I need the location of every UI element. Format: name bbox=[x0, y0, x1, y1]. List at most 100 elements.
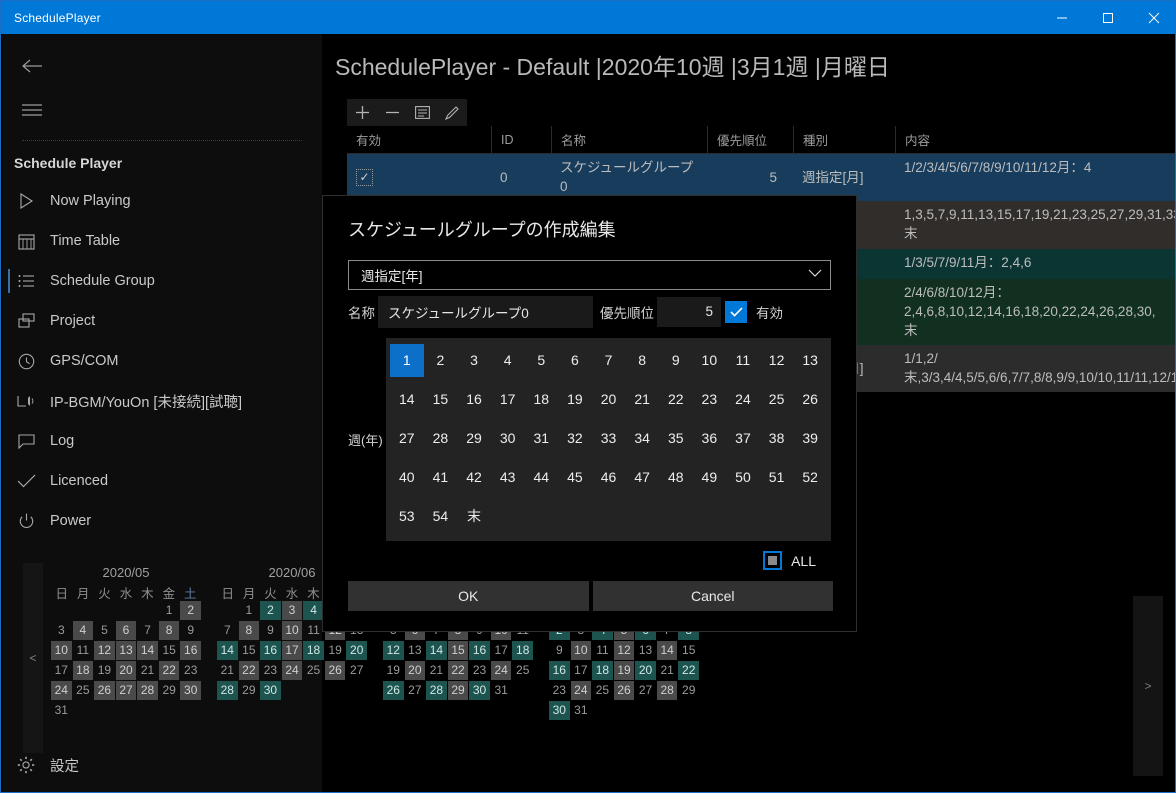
calendar-day[interactable]: 4 bbox=[303, 601, 324, 620]
ok-button[interactable]: OK bbox=[348, 581, 589, 611]
calendar-day[interactable]: 26 bbox=[324, 661, 346, 680]
calendar-day[interactable]: 31 bbox=[491, 681, 512, 700]
column-header-name[interactable]: 名称 bbox=[551, 125, 707, 154]
enabled-checkbox[interactable] bbox=[725, 300, 747, 323]
sidebar-item-licenced[interactable]: Licenced bbox=[2, 461, 322, 501]
calendar-day[interactable]: 21 bbox=[217, 661, 238, 680]
calendar-day[interactable]: 7 bbox=[217, 621, 238, 640]
calendar-day[interactable]: 28 bbox=[217, 681, 238, 700]
calendar-day[interactable]: 14 bbox=[137, 641, 158, 660]
calendar-day[interactable]: 18 bbox=[592, 661, 613, 680]
week-cell[interactable]: 44 bbox=[524, 461, 558, 494]
calendar-day[interactable]: 28 bbox=[137, 681, 158, 700]
week-cell[interactable]: 17 bbox=[491, 383, 525, 416]
calendar-day[interactable]: 9 bbox=[260, 621, 281, 640]
week-cell[interactable]: 31 bbox=[524, 422, 558, 455]
week-cell[interactable]: 22 bbox=[659, 383, 693, 416]
week-cell[interactable]: 32 bbox=[558, 422, 592, 455]
calendar-day[interactable]: 15 bbox=[159, 641, 180, 660]
calendar-day[interactable]: 22 bbox=[158, 661, 180, 680]
calendar-day[interactable]: 30 bbox=[180, 681, 201, 700]
calendar-day[interactable]: 26 bbox=[383, 681, 404, 700]
calendar-day[interactable]: 17 bbox=[51, 661, 72, 680]
calendar-day[interactable]: 13 bbox=[635, 641, 656, 660]
week-cell[interactable]: 36 bbox=[693, 422, 727, 455]
week-cell[interactable]: 33 bbox=[592, 422, 626, 455]
calendar-day[interactable]: 13 bbox=[115, 641, 137, 660]
calendar-day[interactable]: 31 bbox=[51, 701, 72, 720]
calendar-day[interactable]: 16 bbox=[469, 641, 490, 660]
calendar-day[interactable]: 29 bbox=[678, 681, 699, 700]
calendar-day[interactable]: 24 bbox=[281, 661, 303, 680]
week-cell[interactable]: 20 bbox=[592, 383, 626, 416]
calendar-day[interactable]: 23 bbox=[549, 681, 570, 700]
week-cell[interactable]: 42 bbox=[457, 461, 491, 494]
week-cell[interactable]: 18 bbox=[524, 383, 558, 416]
week-cell[interactable]: 48 bbox=[659, 461, 693, 494]
calendar-day[interactable]: 28 bbox=[656, 681, 678, 700]
week-cell[interactable]: 6 bbox=[558, 344, 592, 377]
calendar-day[interactable]: 12 bbox=[383, 641, 404, 660]
calendar-day[interactable]: 13 bbox=[405, 641, 426, 660]
type-select[interactable]: 週指定[年] bbox=[348, 260, 831, 290]
calendar-day[interactable]: 2 bbox=[260, 601, 281, 620]
calendar-day[interactable]: 14 bbox=[217, 641, 238, 660]
week-cell[interactable]: 4 bbox=[491, 344, 525, 377]
week-cell[interactable]: 24 bbox=[726, 383, 760, 416]
week-cell[interactable]: 38 bbox=[760, 422, 794, 455]
week-cell[interactable]: 11 bbox=[726, 344, 760, 377]
calendar-day[interactable]: 1 bbox=[159, 601, 180, 620]
calendar-day[interactable]: 24 bbox=[490, 661, 512, 680]
calendar-day[interactable]: 15 bbox=[239, 641, 260, 660]
calendar-day[interactable]: 25 bbox=[73, 681, 94, 700]
calendar-day[interactable]: 8 bbox=[158, 621, 180, 640]
calendar-day[interactable]: 6 bbox=[115, 621, 137, 640]
add-button[interactable] bbox=[347, 99, 377, 126]
column-header-content[interactable]: 内容 bbox=[895, 125, 1175, 154]
calendar-day[interactable]: 27 bbox=[346, 661, 367, 680]
all-checkbox[interactable] bbox=[763, 551, 783, 570]
sidebar-item-schedule-group[interactable]: Schedule Group bbox=[2, 261, 322, 301]
calendar-day[interactable]: 26 bbox=[94, 681, 115, 700]
sidebar-item-ip-bgm[interactable]: IP-BGM/YouOn [未接続][試聴] bbox=[2, 381, 322, 421]
calendar-day[interactable]: 24 bbox=[51, 681, 72, 700]
week-cell[interactable]: 28 bbox=[424, 422, 458, 455]
calendar-day[interactable]: 21 bbox=[426, 661, 447, 680]
week-cell[interactable]: 9 bbox=[659, 344, 693, 377]
calendar-day[interactable]: 16 bbox=[549, 661, 570, 680]
calendar-day[interactable]: 20 bbox=[635, 661, 656, 680]
week-cell[interactable]: 7 bbox=[592, 344, 626, 377]
week-cell[interactable]: 54 bbox=[424, 500, 458, 533]
hamburger-button[interactable] bbox=[2, 88, 322, 132]
calendar-day[interactable]: 18 bbox=[303, 641, 324, 660]
calendar-day[interactable]: 11 bbox=[592, 641, 613, 660]
calendar-day[interactable]: 26 bbox=[613, 681, 635, 700]
calendar-day[interactable]: 31 bbox=[571, 701, 592, 720]
week-cell[interactable]: 27 bbox=[390, 422, 424, 455]
week-cell[interactable]: 26 bbox=[793, 383, 827, 416]
calendar-day[interactable]: 20 bbox=[404, 661, 426, 680]
calendar-day[interactable]: 11 bbox=[303, 621, 324, 640]
maximize-button[interactable] bbox=[1085, 1, 1131, 34]
calendar-day[interactable]: 30 bbox=[469, 681, 490, 700]
calendar-day[interactable]: 14 bbox=[426, 641, 447, 660]
calendar-day[interactable]: 11 bbox=[73, 641, 94, 660]
calendar-day[interactable]: 27 bbox=[115, 681, 137, 700]
calendar-day[interactable]: 10 bbox=[570, 641, 592, 660]
week-cell[interactable]: 30 bbox=[491, 422, 525, 455]
week-cell[interactable]: 8 bbox=[625, 344, 659, 377]
calendar-day[interactable]: 25 bbox=[592, 681, 613, 700]
calendar-day[interactable]: 20 bbox=[115, 661, 137, 680]
calendar-day[interactable]: 19 bbox=[613, 661, 635, 680]
week-cell[interactable]: 53 bbox=[390, 500, 424, 533]
calendar-day[interactable]: 5 bbox=[94, 621, 115, 640]
calendar-day[interactable]: 3 bbox=[51, 621, 72, 640]
pencil-icon[interactable] bbox=[437, 99, 467, 126]
calendar-day[interactable]: 10 bbox=[281, 621, 303, 640]
calendar-day[interactable]: 25 bbox=[512, 661, 533, 680]
week-cell[interactable]: 12 bbox=[760, 344, 794, 377]
week-cell[interactable]: 21 bbox=[625, 383, 659, 416]
week-cell[interactable]: 19 bbox=[558, 383, 592, 416]
calendar-day[interactable]: 28 bbox=[426, 681, 447, 700]
week-cell[interactable]: 2 bbox=[424, 344, 458, 377]
